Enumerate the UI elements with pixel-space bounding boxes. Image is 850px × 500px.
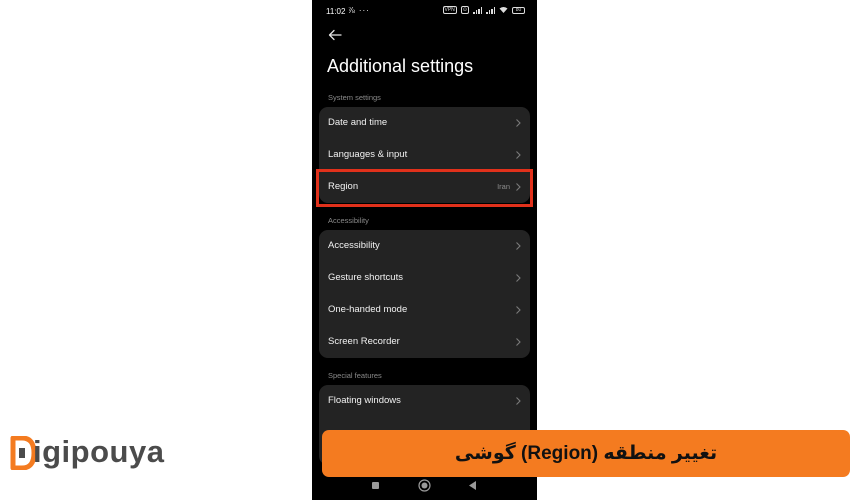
hotspot-icon: ⊙: [460, 6, 469, 14]
setting-row-floating-windows[interactable]: Floating windows: [319, 385, 530, 417]
card-accessibility: Accessibility Gesture shortcuts One-hand…: [319, 230, 530, 358]
setting-row-one-handed[interactable]: One-handed mode: [319, 294, 530, 326]
chevron-right-icon: [516, 151, 521, 159]
home-icon[interactable]: [418, 479, 431, 492]
chevron-right-icon: [516, 306, 521, 314]
caption-banner: تغییر منطقه (Region) گوشی: [322, 430, 850, 477]
chevron-right-icon: [516, 397, 521, 405]
screenshot-root: 11:02 ⅞ ··· VPN ⊙ 80 Additional settings…: [0, 0, 850, 500]
setting-label: Languages & input: [328, 149, 408, 160]
setting-label: Gesture shortcuts: [328, 272, 403, 283]
setting-label: One-handed mode: [328, 304, 408, 315]
battery-icon: 80: [512, 6, 525, 14]
setting-label: Accessibility: [328, 240, 380, 251]
recents-icon[interactable]: [371, 481, 380, 490]
setting-row-gesture-shortcuts[interactable]: Gesture shortcuts: [319, 262, 530, 294]
phone-screen: 11:02 ⅞ ··· VPN ⊙ 80 Additional settings…: [312, 0, 537, 500]
banner-text: تغییر منطقه (Region) گوشی: [454, 443, 718, 464]
setting-row-languages[interactable]: Languages & input: [319, 139, 530, 171]
section-label-system: System settings: [328, 93, 381, 102]
section-label-special: Special features: [328, 371, 382, 380]
vpn-icon: VPN: [442, 6, 457, 14]
region-highlight-box: [316, 169, 533, 207]
setting-row-accessibility[interactable]: Accessibility: [319, 230, 530, 262]
logo-wordmark: igipouya: [33, 434, 165, 469]
chevron-right-icon: [516, 119, 521, 127]
status-right-icons: VPN ⊙ 80: [442, 6, 525, 14]
page-title: Additional settings: [327, 56, 474, 76]
section-label-accessibility: Accessibility: [328, 216, 369, 225]
status-bar: 11:02 ⅞ ··· VPN ⊙ 80: [312, 0, 537, 22]
arrow-left-icon[interactable]: [327, 27, 343, 43]
signal-icon: [473, 6, 482, 14]
setting-label: Screen Recorder: [328, 336, 400, 347]
setting-row-screen-recorder[interactable]: Screen Recorder: [319, 326, 530, 358]
back-nav-icon[interactable]: [468, 480, 477, 491]
setting-label: Date and time: [328, 117, 388, 128]
notification-icons: ⅞ ···: [348, 6, 370, 15]
signal-icon-2: [486, 6, 495, 14]
chevron-right-icon: [516, 274, 521, 282]
setting-label: Floating windows: [328, 395, 401, 406]
status-time: 11:02: [326, 7, 346, 16]
wifi-icon: [499, 7, 508, 13]
chevron-right-icon: [516, 338, 521, 346]
brand-logo: igipouya: [10, 432, 190, 476]
chevron-right-icon: [516, 242, 521, 250]
setting-row-date-time[interactable]: Date and time: [319, 107, 530, 139]
